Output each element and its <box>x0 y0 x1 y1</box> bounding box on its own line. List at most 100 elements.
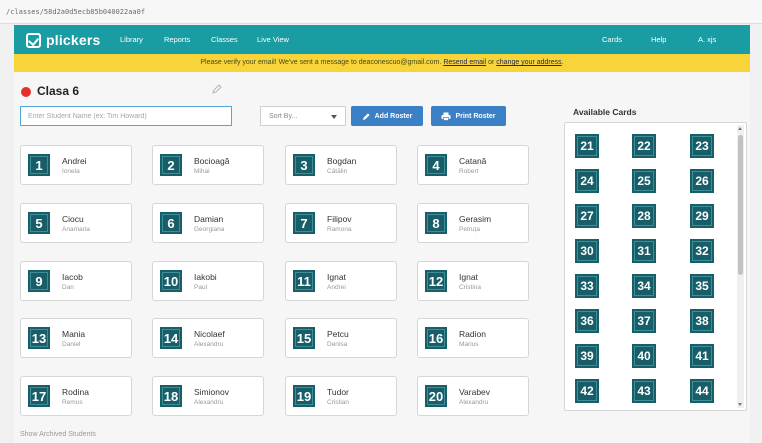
available-card-tile[interactable]: 35 <box>690 274 714 298</box>
nav-help[interactable]: Help <box>651 35 666 44</box>
available-card-tile[interactable]: 21 <box>575 134 599 158</box>
student-card[interactable]: 20 Varabev Alexandru <box>417 376 529 416</box>
card-number-badge: 2 <box>160 154 182 176</box>
student-card[interactable]: 1 Andrei Ionela <box>20 145 132 185</box>
student-first-name: Remus <box>62 399 83 406</box>
available-card-tile[interactable]: 42 <box>575 379 599 403</box>
available-card-tile[interactable]: 26 <box>690 169 714 193</box>
available-card-tile[interactable]: 25 <box>632 169 656 193</box>
scrollbar-track[interactable] <box>737 125 744 408</box>
available-card-tile[interactable]: 32 <box>690 239 714 263</box>
student-card[interactable]: 8 Gerasim Petruța <box>417 203 529 243</box>
available-card-tile[interactable]: 24 <box>575 169 599 193</box>
card-number: 11 <box>297 273 311 289</box>
available-card-number: 23 <box>695 139 709 153</box>
student-first-name: Anamaria <box>62 226 90 233</box>
student-card[interactable]: 19 Tudor Cristian <box>285 376 397 416</box>
scroll-up-icon[interactable] <box>738 127 742 130</box>
student-name-input[interactable] <box>20 106 232 126</box>
student-card[interactable]: 14 Nicolaef Alexandru <box>152 318 264 358</box>
show-archived-link[interactable]: Show Archived Students <box>20 431 96 438</box>
card-number: 4 <box>432 157 440 173</box>
scroll-down-icon[interactable] <box>738 403 742 406</box>
card-number: 3 <box>300 157 308 173</box>
card-number-badge: 11 <box>293 270 315 292</box>
student-first-name: Alexandru <box>459 399 489 406</box>
card-number-badge: 20 <box>425 385 447 407</box>
student-card[interactable]: 10 Iakobi Paul <box>152 261 264 301</box>
nav-classes[interactable]: Classes <box>211 35 238 44</box>
available-card-tile[interactable]: 37 <box>632 309 656 333</box>
available-card-tile[interactable]: 33 <box>575 274 599 298</box>
available-card-tile[interactable]: 27 <box>575 204 599 228</box>
available-card-number: 21 <box>580 139 594 153</box>
print-roster-button[interactable]: Print Roster <box>431 106 506 126</box>
student-card[interactable]: 3 Bogdan Cătălin <box>285 145 397 185</box>
available-cards-panel[interactable]: 21 22 23 24 25 26 27 28 29 30 31 32 33 34 35 36 37 38 39 40… <box>564 122 747 411</box>
student-card[interactable]: 7 Filipov Ramona <box>285 203 397 243</box>
available-card-tile[interactable]: 22 <box>632 134 656 158</box>
resend-email-link[interactable]: Resend email <box>443 59 486 66</box>
available-card-tile[interactable]: 23 <box>690 134 714 158</box>
available-card-tile[interactable]: 36 <box>575 309 599 333</box>
student-card[interactable]: 12 Ignat Cristina <box>417 261 529 301</box>
student-last-name: Filipov <box>327 214 352 224</box>
print-roster-label: Print Roster <box>455 112 496 120</box>
card-number: 9 <box>35 273 43 289</box>
card-number: 16 <box>428 330 444 346</box>
available-card-tile[interactable]: 34 <box>632 274 656 298</box>
available-card-tile[interactable]: 31 <box>632 239 656 263</box>
student-card[interactable]: 5 Ciocu Anamaria <box>20 203 132 243</box>
available-card-number: 31 <box>637 244 651 258</box>
student-first-name: Alexandru <box>194 341 224 348</box>
scrollbar-thumb[interactable] <box>738 135 743 275</box>
nav-cards[interactable]: Cards <box>602 35 622 44</box>
student-last-name: Varabev <box>459 387 491 397</box>
nav-reports[interactable]: Reports <box>164 35 190 44</box>
student-card[interactable]: 9 Iacob Dan <box>20 261 132 301</box>
available-card-tile[interactable]: 43 <box>632 379 656 403</box>
student-last-name: Radion <box>459 329 486 339</box>
student-card[interactable]: 15 Petcu Denisa <box>285 318 397 358</box>
available-card-tile[interactable]: 29 <box>690 204 714 228</box>
student-first-name: Paul <box>194 284 208 291</box>
student-card[interactable]: 18 Simionov Alexandru <box>152 376 264 416</box>
student-card[interactable]: 2 Bocioagă Mihai <box>152 145 264 185</box>
student-first-name: Denisa <box>327 341 348 348</box>
student-card[interactable]: 16 Radion Marius <box>417 318 529 358</box>
sort-by-label: Sort By... <box>269 113 298 120</box>
add-roster-button[interactable]: Add Roster <box>351 106 423 126</box>
nav-user-menu[interactable]: A. xjs <box>698 35 716 44</box>
student-first-name: Alexandru <box>194 399 224 406</box>
available-card-tile[interactable]: 30 <box>575 239 599 263</box>
student-card[interactable]: 13 Mania Daniel <box>20 318 132 358</box>
student-card[interactable]: 11 Ignat Andrei <box>285 261 397 301</box>
pencil-edit-icon[interactable] <box>212 84 222 94</box>
card-number: 18 <box>163 388 179 404</box>
student-card[interactable]: 6 Damian Georgiana <box>152 203 264 243</box>
nav-library[interactable]: Library <box>120 35 143 44</box>
student-first-name: Ionela <box>62 168 80 175</box>
student-last-name: Damian <box>194 214 224 224</box>
plickers-logo[interactable]: plickers <box>26 31 101 49</box>
sort-by-dropdown[interactable]: Sort By... <box>260 106 346 126</box>
student-card[interactable]: 4 Catană Robert <box>417 145 529 185</box>
available-card-tile[interactable]: 38 <box>690 309 714 333</box>
banner-end: . <box>561 59 564 66</box>
available-card-tile[interactable]: 40 <box>632 344 656 368</box>
available-card-number: 35 <box>695 279 709 293</box>
available-card-tile[interactable]: 41 <box>690 344 714 368</box>
available-card-tile[interactable]: 28 <box>632 204 656 228</box>
student-first-name: Daniel <box>62 341 81 348</box>
available-card-tile[interactable]: 39 <box>575 344 599 368</box>
class-title: Clasa 6 <box>37 84 80 98</box>
available-card-tile[interactable]: 44 <box>690 379 714 403</box>
printer-icon <box>441 112 451 121</box>
student-card[interactable]: 17 Rodina Remus <box>20 376 132 416</box>
card-number: 15 <box>296 330 312 346</box>
nav-live-view[interactable]: Live View <box>257 35 289 44</box>
card-number-badge: 10 <box>160 270 182 292</box>
change-address-link[interactable]: change your address <box>496 59 561 66</box>
browser-address-bar[interactable]: /classes/58d2a0d5ecb85b040022aa0f <box>0 0 762 24</box>
student-first-name: Andrei <box>327 284 346 291</box>
